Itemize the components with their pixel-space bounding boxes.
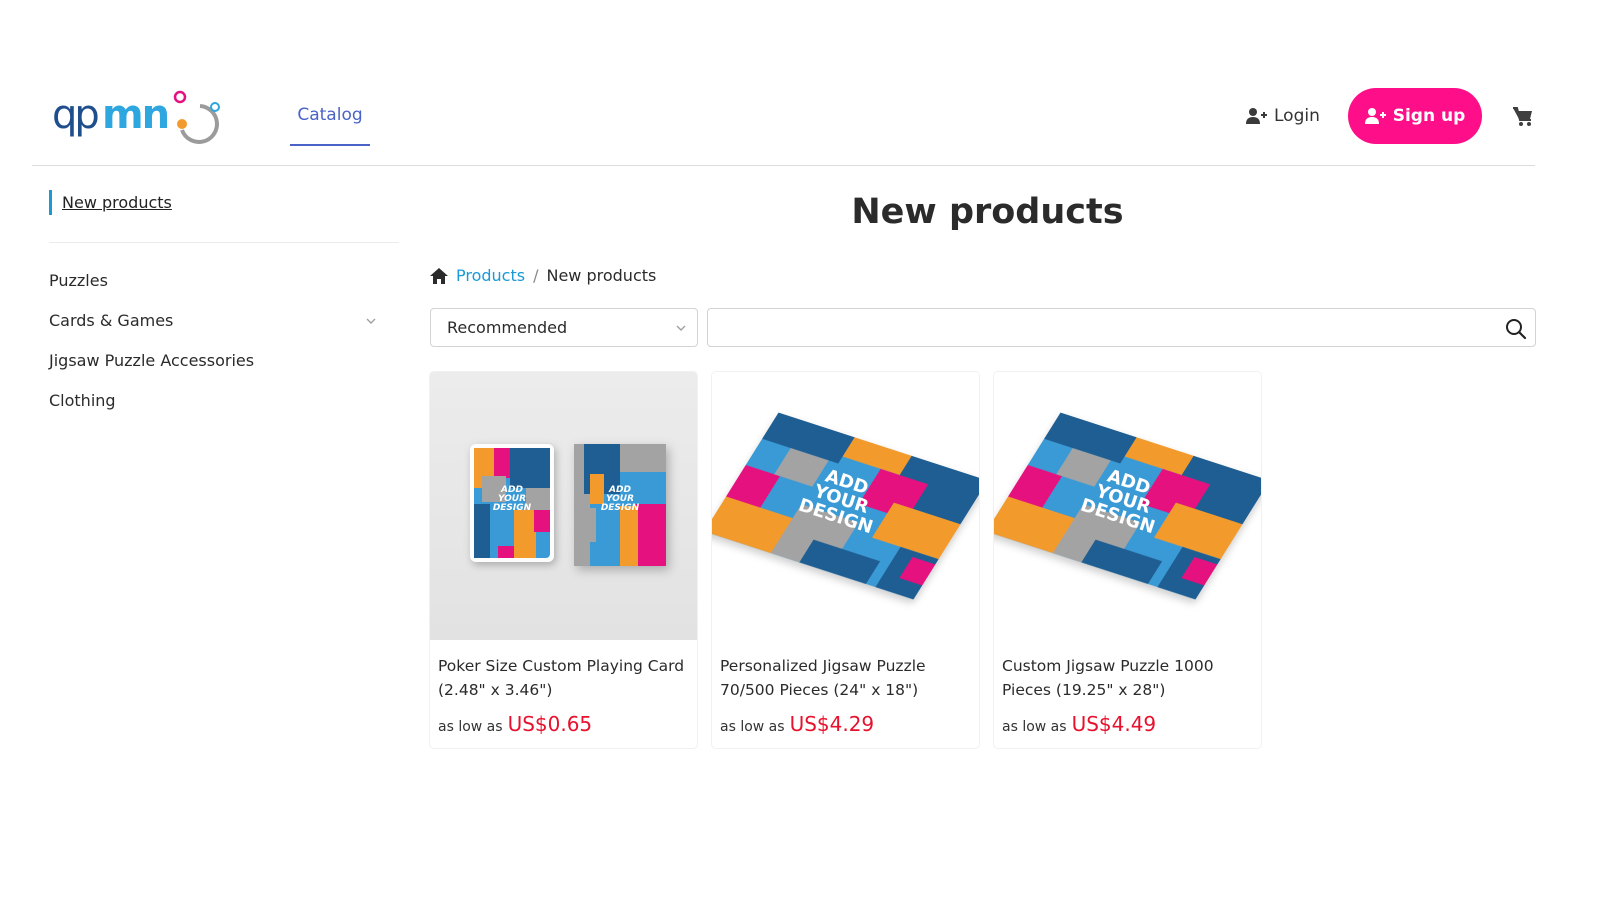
svg-text:mn: mn [102, 92, 168, 138]
sidebar-item-puzzles[interactable]: Puzzles [49, 261, 399, 301]
sidebar-item-clothing[interactable]: Clothing [49, 381, 399, 421]
breadcrumb-current: New products [546, 266, 657, 285]
sidebar-item-label: Puzzles [49, 271, 108, 290]
product-card[interactable]: ADD YOUR DESIGN Custom Jigsaw Puzzle 100… [993, 371, 1262, 749]
user-plus-icon [1364, 108, 1386, 124]
price-prefix: as low as [720, 719, 785, 735]
sidebar-item-jigsaw-accessories[interactable]: Jigsaw Puzzle Accessories [49, 341, 399, 381]
search-box [707, 308, 1536, 347]
product-title[interactable]: Personalized Jigsaw Puzzle 70/500 Pieces… [720, 654, 971, 702]
product-card[interactable]: ADD YOUR DESIGN Personalized Jigsaw Puzz… [711, 371, 980, 749]
search-icon[interactable] [1505, 318, 1527, 340]
breadcrumb: Products / New products [430, 266, 656, 285]
page-title: New products [851, 192, 1124, 232]
logo-mark-icon: qp mn [52, 90, 220, 144]
brand-logo[interactable]: qp mn [52, 88, 232, 144]
login-label: Login [1274, 106, 1320, 126]
product-price-row: as low as US$0.65 [438, 712, 689, 736]
product-card[interactable]: ADD YOUR DESIGN ADD YOUR DESIGN Poker Si… [429, 371, 698, 749]
product-info: Poker Size Custom Playing Card (2.48" x … [430, 640, 697, 736]
login-button[interactable]: Login [1246, 102, 1320, 130]
sidebar-divider [49, 242, 399, 243]
product-info: Personalized Jigsaw Puzzle 70/500 Pieces… [712, 640, 979, 736]
price-prefix: as low as [1002, 719, 1067, 735]
product-grid: ADD YOUR DESIGN ADD YOUR DESIGN Poker Si… [429, 371, 1262, 749]
sidebar-item-label: Cards & Games [49, 311, 174, 330]
svg-text:DESIGN: DESIGN [493, 503, 532, 513]
price-prefix: as low as [438, 719, 503, 735]
home-icon[interactable] [430, 267, 448, 284]
product-price-row: as low as US$4.49 [1002, 712, 1253, 736]
sidebar-category-list: Puzzles Cards & Games Jigsaw Puzzle Acce… [49, 261, 399, 421]
breadcrumb-products-link[interactable]: Products [456, 266, 525, 285]
signup-button[interactable]: Sign up [1348, 88, 1482, 144]
chevron-down-icon[interactable] [365, 315, 377, 327]
product-image-jigsaw-puzzle[interactable]: ADD YOUR DESIGN [994, 372, 1261, 640]
category-sidebar: New products Puzzles Cards & Games Jigsa… [49, 190, 399, 421]
product-image-playing-cards[interactable]: ADD YOUR DESIGN ADD YOUR DESIGN [430, 372, 697, 640]
product-price-row: as low as US$4.29 [720, 712, 971, 736]
search-input[interactable] [708, 309, 1535, 346]
sort-select[interactable]: Recommended [430, 308, 698, 347]
user-plus-icon [1246, 108, 1267, 124]
signup-label: Sign up [1392, 106, 1466, 126]
sidebar-item-label: Jigsaw Puzzle Accessories [49, 351, 255, 370]
sidebar-item-cards-games[interactable]: Cards & Games [49, 301, 399, 341]
product-info: Custom Jigsaw Puzzle 1000 Pieces (19.25"… [994, 640, 1261, 736]
site-header: qp mn Catalog Login Sign up [32, 0, 1535, 166]
breadcrumb-separator: / [533, 266, 539, 285]
product-price: US$0.65 [507, 712, 593, 736]
product-image-jigsaw-puzzle[interactable]: ADD YOUR DESIGN [712, 372, 979, 640]
svg-text:DESIGN: DESIGN [601, 503, 640, 513]
product-title[interactable]: Custom Jigsaw Puzzle 1000 Pieces (19.25"… [1002, 654, 1253, 702]
sidebar-item-label: Clothing [49, 391, 116, 410]
sidebar-item-new-products[interactable]: New products [49, 190, 399, 215]
product-price: US$4.49 [1071, 712, 1157, 736]
sort-selected-value: Recommended [447, 318, 568, 337]
cart-icon [1513, 107, 1532, 126]
nav-tab-catalog[interactable]: Catalog [290, 100, 370, 146]
product-price: US$4.29 [789, 712, 875, 736]
cart-button[interactable] [1512, 105, 1536, 129]
chevron-down-icon [676, 325, 686, 331]
product-title[interactable]: Poker Size Custom Playing Card (2.48" x … [438, 654, 689, 702]
svg-text:qp: qp [52, 92, 98, 138]
